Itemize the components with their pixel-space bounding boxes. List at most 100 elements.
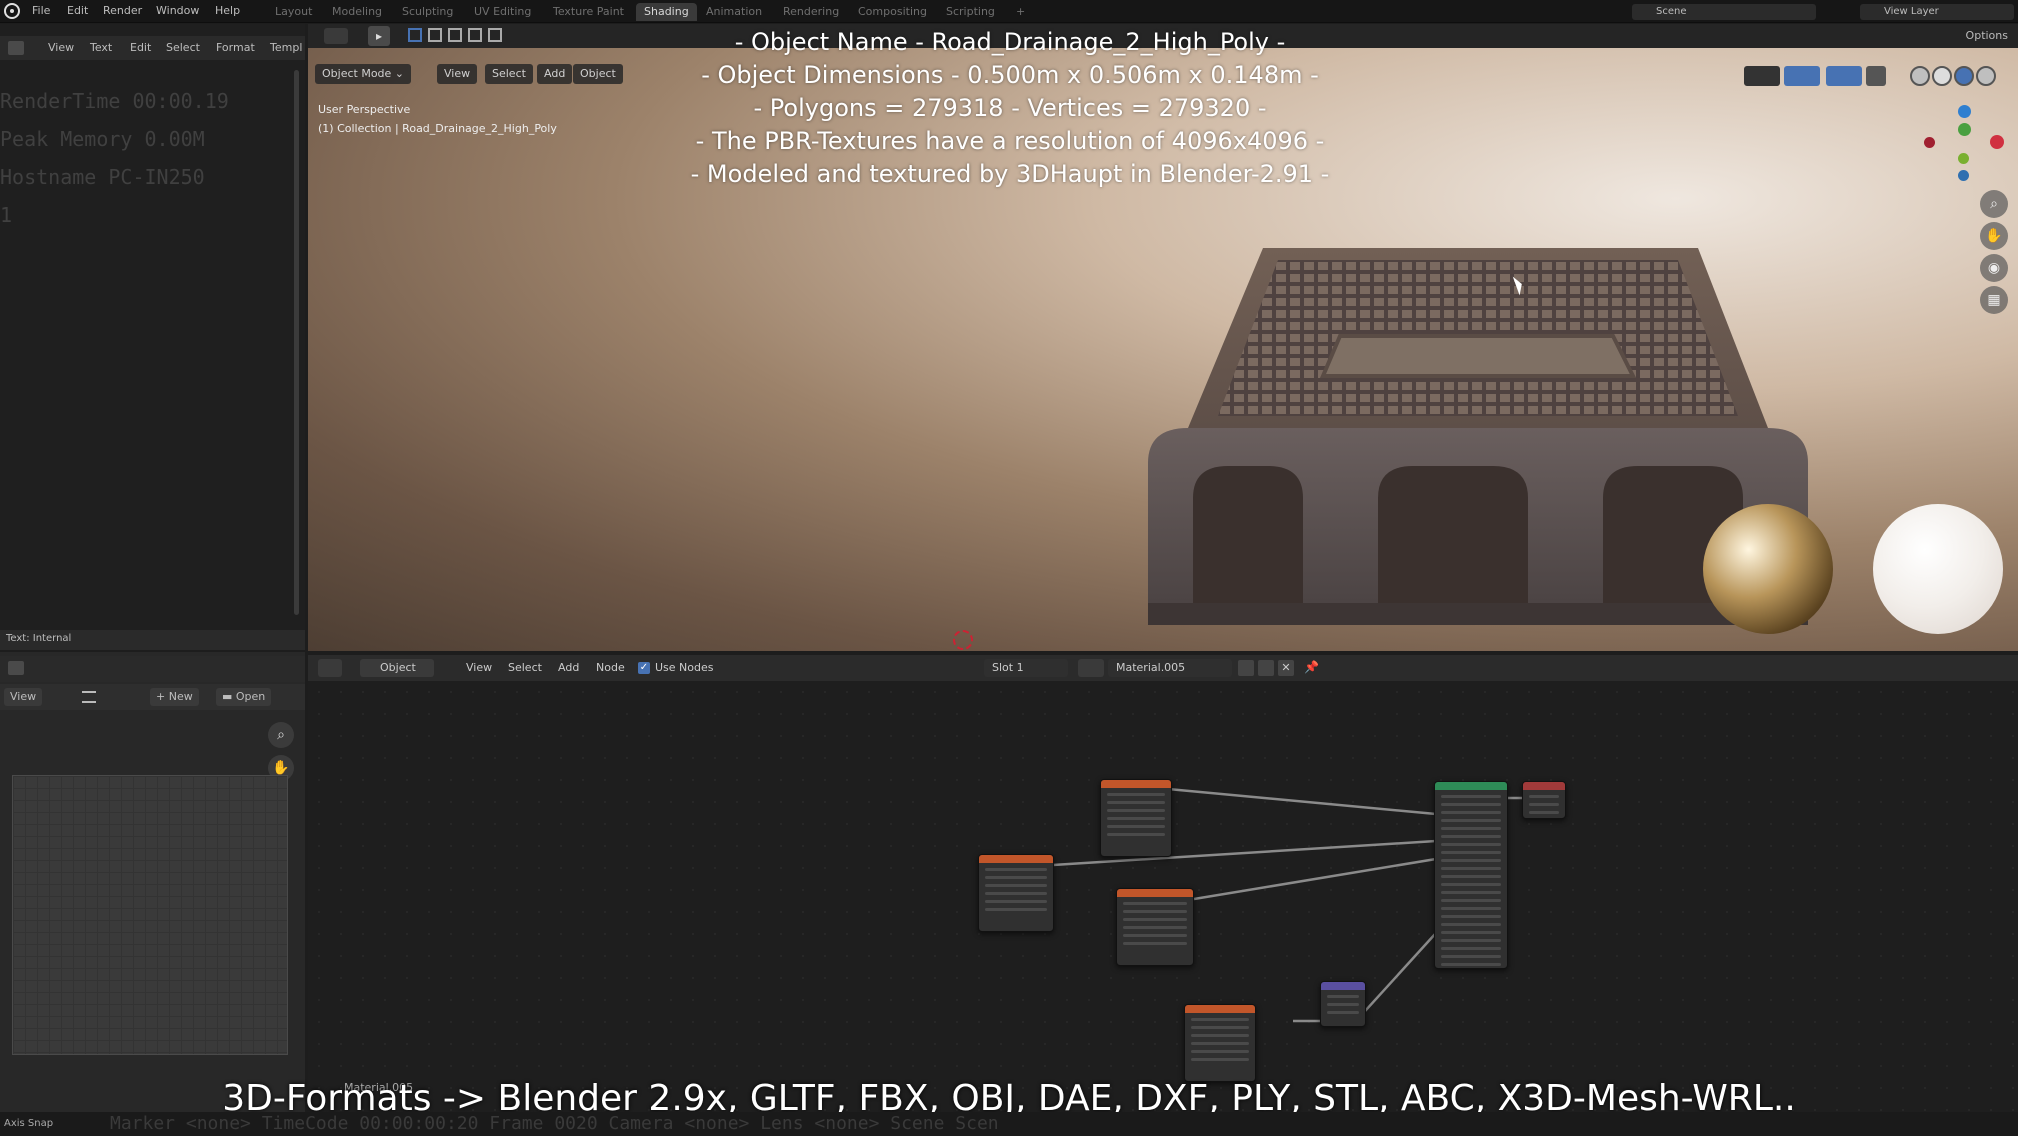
select-invert-icon[interactable]: [468, 28, 482, 42]
xray-toggle-icon[interactable]: [1866, 66, 1886, 86]
object-info-overlay: - Object Name - Road_Drainage_2_High_Pol…: [600, 26, 1420, 191]
tab-texture-paint[interactable]: Texture Paint: [545, 3, 632, 21]
tab-scripting[interactable]: Scripting: [938, 3, 1003, 21]
object-type-dropdown[interactable]: Object: [360, 659, 434, 677]
select-subtract-icon[interactable]: [448, 28, 462, 42]
texture-node-1[interactable]: [1100, 779, 1172, 857]
texture-node-3[interactable]: [1116, 888, 1194, 966]
z-axis-icon[interactable]: [1958, 105, 1971, 118]
text-menu-text[interactable]: Text: [90, 41, 112, 54]
pin-icon[interactable]: 📌: [1304, 660, 1319, 674]
menu-edit[interactable]: Edit: [67, 4, 88, 17]
navigation-gizmo[interactable]: [1920, 105, 2010, 185]
tab-animation[interactable]: Animation: [698, 3, 770, 21]
camera-icon[interactable]: ◉: [1980, 254, 2008, 282]
text-menu-select[interactable]: Select: [166, 41, 200, 54]
tab-uv-editing[interactable]: UV Editing: [466, 3, 539, 21]
gizmo-toggle-icon[interactable]: [1784, 66, 1820, 86]
tab-modeling[interactable]: Modeling: [324, 3, 390, 21]
normal-map-node[interactable]: [1320, 981, 1366, 1027]
menu-window[interactable]: Window: [156, 4, 199, 17]
wireframe-shading-icon[interactable]: [1910, 66, 1930, 86]
blender-logo-icon[interactable]: [4, 3, 20, 19]
plus-icon: +: [156, 690, 169, 703]
node-menu-add[interactable]: Add: [558, 661, 579, 674]
3d-cursor-icon[interactable]: [953, 630, 973, 650]
options-menu[interactable]: Options: [1966, 29, 2008, 42]
tab-shading[interactable]: Shading: [636, 3, 697, 21]
y-axis-icon[interactable]: [1958, 123, 1971, 136]
text-line-4: 1: [0, 203, 13, 227]
hamburger-icon[interactable]: [82, 691, 96, 703]
text-editor-scrollbar[interactable]: [294, 70, 299, 615]
zoom-icon[interactable]: ⌕: [1980, 190, 2008, 218]
zoom-icon[interactable]: ⌕: [268, 722, 294, 748]
text-editor-content[interactable]: RenderTime 00:00.19 Peak Memory 0.00M Ho…: [0, 82, 300, 234]
duplicate-material-icon[interactable]: [1258, 660, 1274, 676]
neg-y-axis-icon[interactable]: [1958, 153, 1969, 164]
viewport-menu-view[interactable]: View: [437, 64, 478, 84]
image-canvas[interactable]: [12, 775, 288, 1055]
node-editor-canvas[interactable]: Material.005: [308, 681, 2018, 1136]
image-editor-type-icon[interactable]: [8, 661, 24, 675]
collection-label: (1) Collection | Road_Drainage_2_High_Po…: [318, 122, 557, 135]
image-editor-topbar: [0, 656, 305, 682]
texture-node-4[interactable]: [1184, 1004, 1256, 1082]
view-layer-selector[interactable]: View Layer: [1860, 4, 2014, 20]
text-menu-templates[interactable]: Templ: [270, 41, 302, 54]
scene-selector[interactable]: Scene: [1632, 4, 1816, 20]
use-nodes-checkbox[interactable]: ✓: [638, 662, 650, 674]
slot-dropdown[interactable]: Slot 1: [984, 659, 1068, 677]
select-box-icon[interactable]: [408, 28, 422, 42]
material-preview-shading-icon[interactable]: [1954, 66, 1974, 86]
text-menu-view[interactable]: View: [48, 41, 74, 54]
hdri-diffuse-sphere: [1873, 504, 2003, 634]
node-menu-view[interactable]: View: [466, 661, 492, 674]
text-menu-format[interactable]: Format: [216, 41, 255, 54]
tab-compositing[interactable]: Compositing: [850, 3, 935, 21]
hand-pan-icon[interactable]: ✋: [1980, 222, 2008, 250]
neg-z-axis-icon[interactable]: [1958, 170, 1969, 181]
add-workspace-button[interactable]: +: [1008, 3, 1033, 21]
grid-icon[interactable]: ▦: [1980, 286, 2008, 314]
visibility-icon[interactable]: [1744, 66, 1780, 86]
unlink-material-icon[interactable]: ✕: [1278, 660, 1294, 676]
rendered-shading-icon[interactable]: [1976, 66, 1996, 86]
viewport-menu-add[interactable]: Add: [537, 64, 573, 84]
overlay-toggle-icon[interactable]: [1826, 66, 1862, 86]
neg-x-axis-icon[interactable]: [1924, 137, 1935, 148]
material-name-field[interactable]: Material.005: [1108, 659, 1232, 677]
editor-type-icon[interactable]: [8, 41, 24, 55]
object-mode-dropdown[interactable]: Object Mode ⌄: [315, 64, 412, 84]
texture-node-2[interactable]: [978, 854, 1054, 932]
material-browse-icon[interactable]: [1078, 659, 1104, 677]
view-layer-name: View Layer: [1884, 6, 1939, 17]
x-axis-icon[interactable]: [1990, 135, 2004, 149]
image-view-menu[interactable]: View: [4, 688, 43, 706]
node-menu-select[interactable]: Select: [508, 661, 542, 674]
editor-type-icon[interactable]: [324, 28, 348, 44]
select-extend-icon[interactable]: [428, 28, 442, 42]
open-image-button[interactable]: ▬ Open: [216, 688, 272, 706]
viewport-menu-select[interactable]: Select: [485, 64, 533, 84]
material-output-node[interactable]: [1522, 781, 1566, 819]
top-bar: File Edit Render Window Help Layout Mode…: [0, 0, 2018, 23]
object-mode-label: Object Mode: [322, 67, 392, 80]
tab-rendering[interactable]: Rendering: [775, 3, 847, 21]
editor-type-icon[interactable]: [318, 659, 342, 677]
menu-file[interactable]: File: [32, 4, 50, 17]
menu-help[interactable]: Help: [215, 4, 240, 17]
tab-sculpting[interactable]: Sculpting: [394, 3, 461, 21]
solid-shading-icon[interactable]: [1932, 66, 1952, 86]
fake-user-icon[interactable]: [1238, 660, 1254, 676]
select-tool-icon[interactable]: ▸: [368, 26, 390, 46]
status-text: Marker <none> TimeCode 00:00:00:20 Frame…: [110, 1113, 999, 1134]
select-intersect-icon[interactable]: [488, 28, 502, 42]
text-menu-edit[interactable]: Edit: [130, 41, 151, 54]
node-menu-node[interactable]: Node: [596, 661, 625, 674]
overlay-line-1: - Object Name - Road_Drainage_2_High_Pol…: [734, 28, 1286, 56]
menu-render[interactable]: Render: [103, 4, 142, 17]
principled-bsdf-node[interactable]: [1434, 781, 1508, 969]
tab-layout[interactable]: Layout: [267, 3, 320, 21]
new-image-button[interactable]: + New: [150, 688, 199, 706]
